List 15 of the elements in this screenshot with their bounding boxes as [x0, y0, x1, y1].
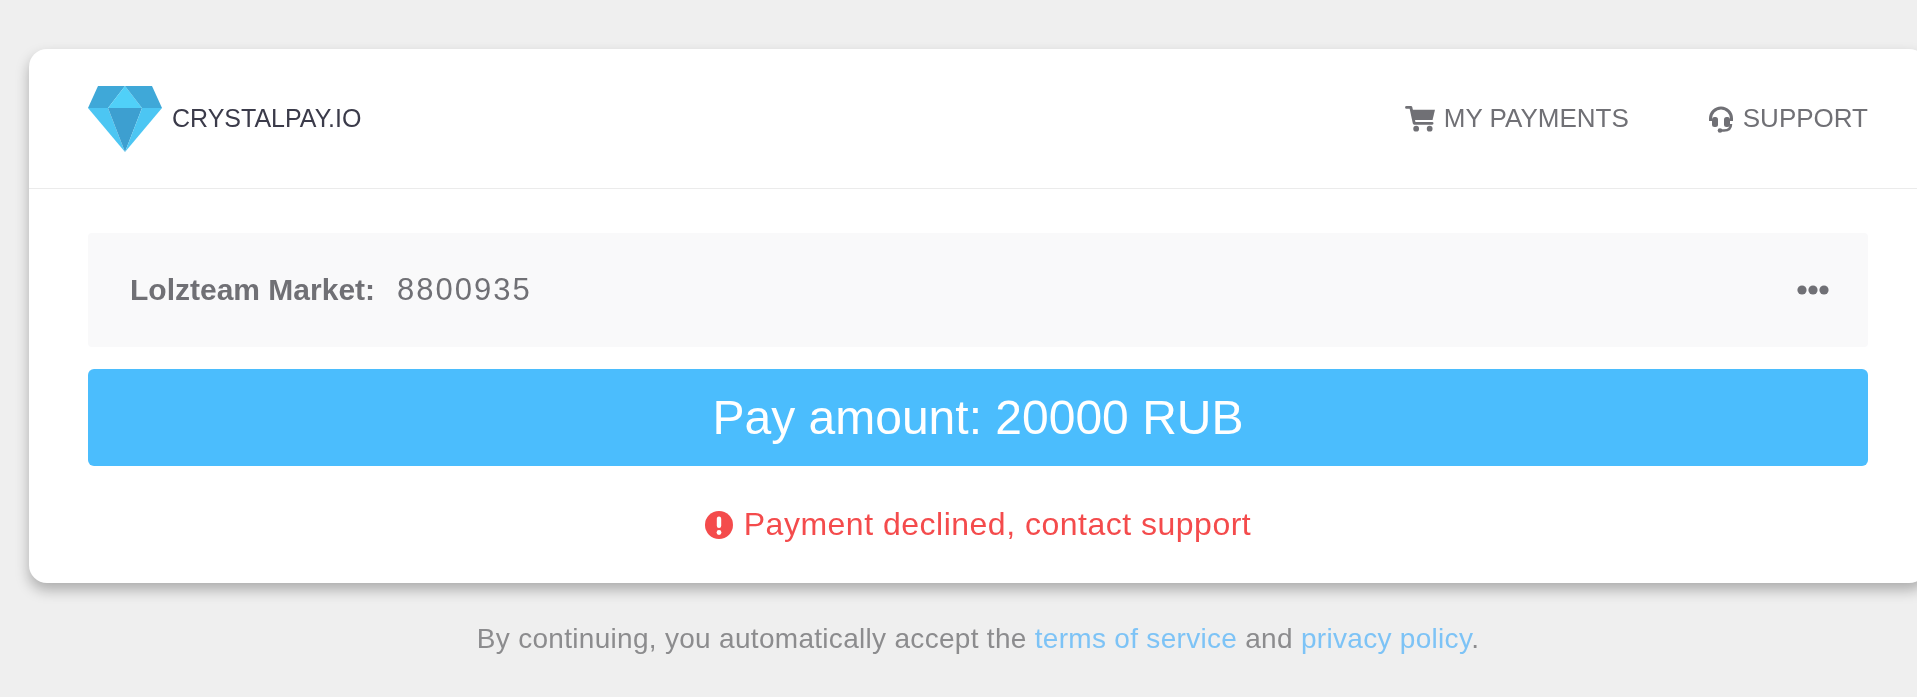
policy-link[interactable]: terms of service: [1034, 623, 1238, 654]
policy-link[interactable]: privacy policy: [1300, 623, 1472, 654]
merchant-label: Lolzteam Market:: [130, 273, 376, 307]
terms-notice: By continuing, you automatically accept the terms of service and privacy policy.: [475, 622, 1481, 656]
pay-button[interactable]: Pay amount: 20000 RUB: [88, 369, 1868, 466]
nav-link[interactable]: MY PAYMENTS: [1404, 103, 1629, 134]
headset-icon: [1706, 104, 1735, 133]
merchant-id: 8800935: [397, 272, 532, 308]
diamond-logo-icon: [88, 85, 162, 152]
more-options-icon[interactable]: [1797, 285, 1829, 295]
error-message: Payment declined, contact support: [743, 506, 1252, 543]
cart-icon: [1404, 105, 1436, 132]
brand-name: CRYSTALPAY.IO: [172, 104, 362, 133]
exclamation-icon: [704, 510, 733, 539]
nav-link[interactable]: SUPPORT: [1706, 103, 1868, 134]
